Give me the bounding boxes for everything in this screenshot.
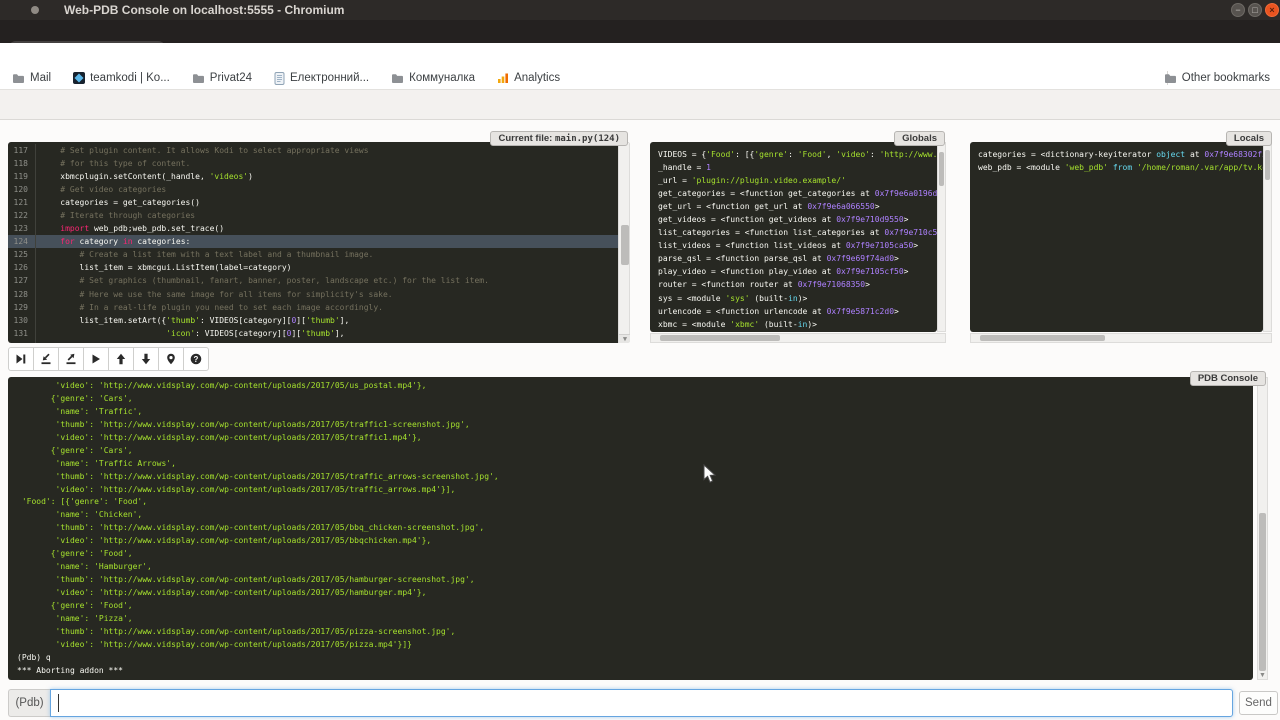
- globals-badge: Globals: [894, 131, 945, 146]
- folder-icon: [192, 73, 205, 84]
- bookmark-analytics[interactable]: Analytics: [497, 72, 560, 84]
- scrollbar-thumb[interactable]: [621, 225, 629, 265]
- window-titlebar: Web-PDB Console on localhost:5555 - Chro…: [0, 0, 1280, 20]
- pdb-prompt-label: (Pdb): [8, 689, 50, 717]
- bookmark-mail[interactable]: Mail: [12, 72, 51, 84]
- tab-strip: Web-PDB Console on loca × +: [0, 20, 1280, 43]
- scrollbar-thumb[interactable]: [980, 335, 1105, 341]
- bookmark-label: Analytics: [514, 72, 560, 84]
- bookmark-kommunalka[interactable]: Коммуналка: [391, 72, 475, 84]
- document-favicon: [274, 72, 285, 85]
- step-button[interactable]: [33, 347, 59, 371]
- code-lines: 117 # Set plugin content. It allows Kodi…: [8, 144, 620, 343]
- continue-button[interactable]: [83, 347, 109, 371]
- window-close-button[interactable]: ×: [1265, 3, 1279, 17]
- arrow-down-icon: [140, 353, 152, 365]
- window-app-dot-icon: [31, 6, 39, 14]
- location-pin-icon: [165, 353, 177, 365]
- current-file-badge: Current file: main.py(124): [490, 131, 628, 146]
- debugger-toolbar: ?: [8, 347, 209, 371]
- mouse-cursor: [703, 464, 717, 484]
- up-button[interactable]: [108, 347, 134, 371]
- other-bookmarks-label: Other bookmarks: [1182, 72, 1270, 84]
- current-file-label: Current file:: [498, 133, 552, 144]
- bookmarks-bar: Mail teamkodi | Ko... Privat24 Електронн…: [0, 67, 1280, 90]
- window-maximize-button[interactable]: □: [1248, 3, 1262, 17]
- scrollbar-thumb[interactable]: [1265, 150, 1270, 180]
- window-minimize-button[interactable]: −: [1231, 3, 1245, 17]
- next-button[interactable]: [8, 347, 34, 371]
- page-header: Web-PDB Console on localhost:5555: [0, 90, 1280, 120]
- bookmark-label: teamkodi | Ko...: [90, 72, 170, 84]
- arrow-up-icon: [115, 353, 127, 365]
- scrollbar-thumb[interactable]: [939, 152, 944, 186]
- step-into-icon: [40, 353, 52, 365]
- browser-toolbar: i localhost:5555 ☆ ⋮: [0, 43, 1280, 67]
- bookmark-label: Privat24: [210, 72, 252, 84]
- bookmark-teamkodi[interactable]: teamkodi | Ko...: [73, 72, 170, 84]
- play-icon: [90, 353, 102, 365]
- locals-badge: Locals: [1226, 131, 1272, 146]
- scrollbar-down-arrow[interactable]: ▼: [619, 334, 630, 343]
- down-button[interactable]: [133, 347, 159, 371]
- bookmark-privat24[interactable]: Privat24: [192, 72, 252, 84]
- bookmark-label: Mail: [30, 72, 51, 84]
- pdb-console-badge: PDB Console: [1190, 371, 1266, 386]
- step-next-icon: [15, 353, 27, 365]
- bookmark-label: Електронний...: [290, 72, 369, 84]
- code-vertical-scrollbar[interactable]: ▼: [618, 142, 630, 343]
- source-code-panel: 117 # Set plugin content. It allows Kodi…: [8, 142, 630, 343]
- locals-panel: categories = <dictionary-keyiterator obj…: [970, 142, 1263, 332]
- folder-icon: [391, 73, 404, 84]
- bookmark-electronic[interactable]: Електронний...: [274, 72, 369, 85]
- globals-panel: VIDEOS = {'Food': [{'genre': 'Food', 'vi…: [650, 142, 937, 332]
- folder-icon: [12, 73, 25, 84]
- help-icon: ?: [190, 353, 202, 365]
- where-button[interactable]: [158, 347, 184, 371]
- send-button[interactable]: Send: [1239, 691, 1278, 715]
- kodi-favicon: [73, 72, 85, 84]
- current-file-name: main.py(124): [555, 134, 620, 144]
- text-caret: [58, 694, 59, 712]
- analytics-favicon: [497, 72, 509, 84]
- pdb-command-input[interactable]: [50, 689, 1233, 717]
- window-title: Web-PDB Console on localhost:5555 - Chro…: [64, 3, 344, 17]
- console-output: 'video': 'http://www.vidsplay.com/wp-con…: [17, 379, 1247, 677]
- help-button[interactable]: ?: [183, 347, 209, 371]
- pdb-console-panel: 'video': 'http://www.vidsplay.com/wp-con…: [8, 377, 1253, 680]
- bookmark-label: Коммуналка: [409, 72, 475, 84]
- return-button[interactable]: [58, 347, 84, 371]
- svg-text:?: ?: [194, 355, 199, 364]
- step-out-icon: [65, 353, 77, 365]
- folder-icon: [1164, 73, 1177, 84]
- other-bookmarks-button[interactable]: Other bookmarks: [1164, 67, 1270, 89]
- screen: Web-PDB Console on localhost:5555 - Chro…: [0, 0, 1280, 720]
- scrollbar-down-arrow[interactable]: ▼: [1257, 671, 1268, 680]
- locals-lines: categories = <dictionary-keyiterator obj…: [978, 148, 1263, 174]
- scrollbar-thumb[interactable]: [1259, 513, 1266, 671]
- globals-lines: VIDEOS = {'Food': [{'genre': 'Food', 'vi…: [658, 148, 937, 331]
- scrollbar-thumb[interactable]: [660, 335, 780, 341]
